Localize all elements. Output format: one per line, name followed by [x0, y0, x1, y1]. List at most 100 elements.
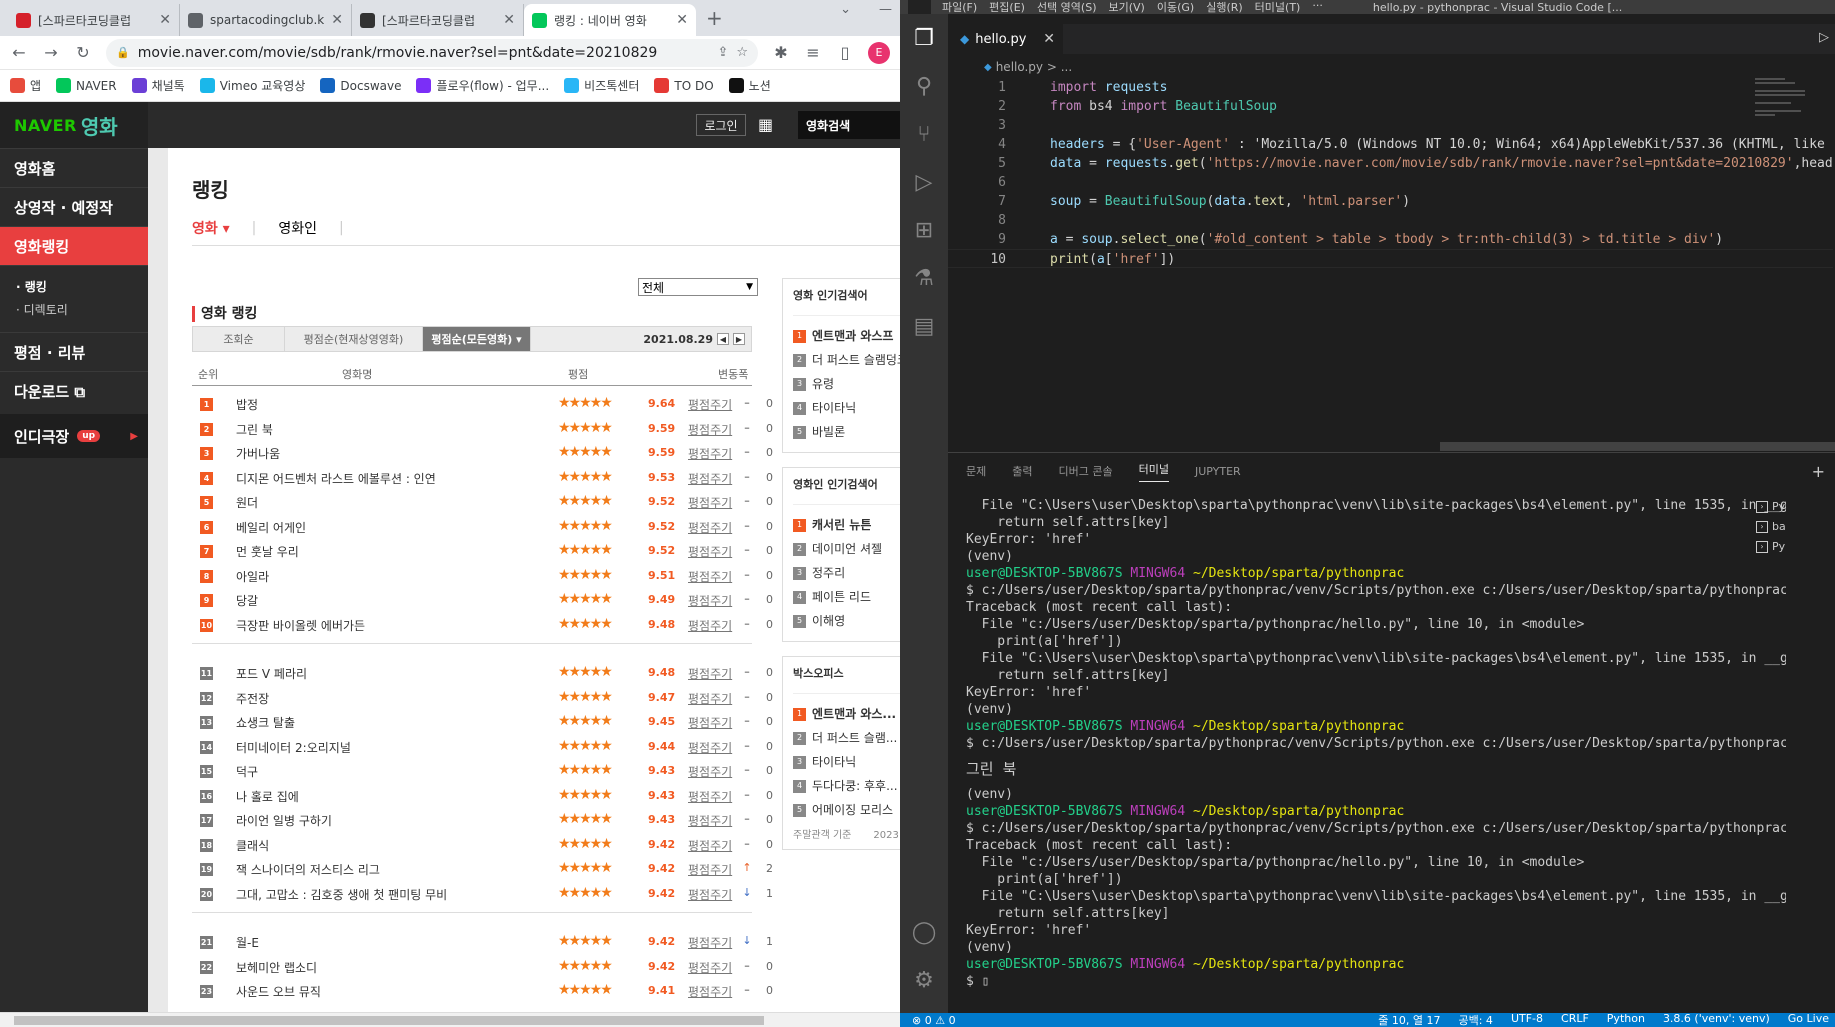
- minimize-icon[interactable]: —: [879, 2, 892, 17]
- side-item[interactable]: 3 유령: [793, 372, 900, 396]
- rate-link[interactable]: 평점주기: [688, 568, 732, 585]
- rate-link[interactable]: 평점주기: [688, 445, 732, 462]
- extensions-icon[interactable]: ✱: [772, 43, 790, 62]
- side-item[interactable]: 2 더 퍼스트 슬램덩크: [793, 348, 900, 372]
- rate-link[interactable]: 평점주기: [688, 861, 732, 878]
- forward-icon[interactable]: →: [42, 43, 60, 62]
- panel-tab[interactable]: 문제: [966, 463, 986, 479]
- movie-title-link[interactable]: 가버나움: [236, 445, 280, 462]
- subnav-item[interactable]: · 디렉토리: [16, 299, 148, 322]
- rate-link[interactable]: 평점주기: [688, 421, 732, 438]
- run-debug-icon[interactable]: ▷: [900, 158, 948, 206]
- rate-link[interactable]: 평점주기: [688, 886, 732, 903]
- close-icon[interactable]: ✕: [503, 12, 515, 28]
- menu-item[interactable]: ···: [1312, 0, 1323, 15]
- rate-link[interactable]: 평점주기: [688, 812, 732, 829]
- naver-movie-logo[interactable]: NAVER 영화: [0, 102, 148, 148]
- account-icon[interactable]: ◯: [900, 908, 948, 956]
- sort-tab[interactable]: 평점순(모든영화) ▾: [423, 327, 531, 351]
- content-tab[interactable]: 영화인: [278, 218, 317, 238]
- share-icon[interactable]: ⇪: [717, 45, 728, 60]
- reload-icon[interactable]: ↻: [74, 43, 92, 62]
- search-icon[interactable]: ⚲: [900, 62, 948, 110]
- movie-title-link[interactable]: 보헤미안 랩소디: [236, 959, 317, 976]
- movie-title-link[interactable]: 클래식: [236, 837, 269, 854]
- bookmark-item[interactable]: Vimeo 교육영상: [199, 77, 305, 94]
- side-item[interactable]: 5 바빌론: [793, 420, 900, 444]
- sort-tab[interactable]: 평점순(현재상영영화): [285, 327, 423, 351]
- close-icon[interactable]: ✕: [331, 12, 343, 28]
- movie-title-link[interactable]: 덕구: [236, 763, 258, 780]
- movie-title-link[interactable]: 포드 V 페라리: [236, 665, 307, 682]
- menu-item[interactable]: 이동(G): [1157, 0, 1194, 15]
- bookmark-item[interactable]: NAVER: [56, 78, 117, 93]
- movie-title-link[interactable]: 먼 훗날 우리: [236, 543, 299, 560]
- editor-horizontal-scrollbar[interactable]: [1440, 442, 1835, 451]
- movie-search-input[interactable]: 영화검색: [798, 111, 900, 139]
- movie-title-link[interactable]: 터미네이터 2:오리지널: [236, 739, 351, 756]
- new-tab-button[interactable]: +: [706, 6, 723, 30]
- side-item[interactable]: 4 타이타닉: [793, 396, 900, 420]
- indentation[interactable]: 공백: 4: [1458, 1012, 1492, 1027]
- side-item[interactable]: 4 페이튼 리드: [793, 585, 900, 609]
- side-item[interactable]: 1 캐서린 뉴튼: [793, 513, 900, 537]
- bookmark-item[interactable]: 플로우(flow) - 업무...: [416, 77, 549, 94]
- language-mode[interactable]: Python: [1607, 1012, 1645, 1027]
- side-item[interactable]: 1 엔트맨과 와스프: [793, 324, 900, 348]
- movie-title-link[interactable]: 나 홀로 집에: [236, 788, 299, 805]
- rate-link[interactable]: 평점주기: [688, 983, 732, 1000]
- terminal-instance[interactable]: › ba: [1756, 517, 1796, 537]
- rate-link[interactable]: 평점주기: [688, 934, 732, 951]
- code-editor[interactable]: 1 import requests 2 from bs4 import Beautif…: [948, 78, 1833, 448]
- movie-title-link[interactable]: 월-E: [236, 934, 259, 951]
- settings-gear-icon[interactable]: ⚙: [900, 956, 948, 1004]
- explorer-icon[interactable]: ❐: [900, 14, 948, 62]
- source-control-icon[interactable]: ⑂: [900, 110, 948, 158]
- movie-title-link[interactable]: 당갈: [236, 592, 258, 609]
- panel-tab[interactable]: 출력: [1012, 463, 1032, 479]
- close-icon[interactable]: ✕: [159, 12, 171, 28]
- cursor-position[interactable]: 줄 10, 열 17: [1378, 1012, 1440, 1027]
- browser-tab-3[interactable]: [스파르타코딩클럽 ✕: [352, 4, 524, 36]
- reading-list-icon[interactable]: ≡: [804, 43, 822, 62]
- lock-icon[interactable]: 🔒: [116, 46, 130, 59]
- content-tab[interactable]: 영화 ▾: [192, 218, 230, 238]
- address-bar[interactable]: 🔒 movie.naver.com/movie/sdb/rank/rmovie.…: [106, 38, 758, 67]
- movie-title-link[interactable]: 주전장: [236, 690, 269, 707]
- menu-item[interactable]: 실행(R): [1206, 0, 1242, 15]
- horizontal-scrollbar[interactable]: [0, 1012, 900, 1027]
- encoding[interactable]: UTF-8: [1511, 1012, 1543, 1027]
- profile-avatar[interactable]: E: [868, 41, 890, 64]
- browser-tab-4[interactable]: 랭킹 : 네이버 영화 ✕: [524, 4, 696, 36]
- panel-tab[interactable]: JUPYTER: [1195, 465, 1241, 478]
- scroll-thumb[interactable]: [14, 1016, 764, 1025]
- side-item[interactable]: 2 데이미언 셔젤: [793, 537, 900, 561]
- side-item[interactable]: 2 더 퍼스트 슬램...: [793, 726, 900, 750]
- genre-select[interactable]: 전체 ▼: [638, 278, 758, 296]
- nav-item[interactable]: 영화랭킹: [0, 226, 148, 265]
- browser-tab-2[interactable]: spartacodingclub.k ✕: [180, 4, 352, 36]
- star-icon[interactable]: ☆: [736, 45, 748, 60]
- bookmark-item[interactable]: 비즈톡센터: [564, 77, 639, 94]
- bookmark-item[interactable]: 채널톡: [131, 77, 185, 94]
- movie-title-link[interactable]: 극장판 바이올렛 에버가든: [236, 617, 365, 634]
- rate-link[interactable]: 평점주기: [688, 543, 732, 560]
- movie-title-link[interactable]: 그린 북: [236, 421, 273, 438]
- rate-link[interactable]: 평점주기: [688, 837, 732, 854]
- side-item[interactable]: 5 어메이징 모리스: [793, 798, 900, 822]
- close-icon[interactable]: ✕: [1043, 31, 1055, 47]
- extensions-icon[interactable]: ⊞: [900, 206, 948, 254]
- rate-link[interactable]: 평점주기: [688, 494, 732, 511]
- side-item[interactable]: 3 타이타닉: [793, 750, 900, 774]
- rate-link[interactable]: 평점주기: [688, 396, 732, 413]
- rate-link[interactable]: 평점주기: [688, 470, 732, 487]
- movie-title-link[interactable]: 밥정: [236, 396, 258, 413]
- add-terminal-icon[interactable]: +: [1812, 462, 1825, 481]
- rate-link[interactable]: 평점주기: [688, 665, 732, 682]
- side-panel-icon[interactable]: ▯: [836, 43, 854, 62]
- bookmark-item[interactable]: TO DO: [654, 78, 714, 93]
- nav-item[interactable]: 다운로드 ⧉: [0, 371, 148, 410]
- movie-title-link[interactable]: 그대, 고맙소 : 김호중 생애 첫 팬미팅 무비: [236, 886, 447, 903]
- movie-title-link[interactable]: 아일라: [236, 568, 269, 585]
- menu-item[interactable]: 터미널(T): [1255, 0, 1301, 15]
